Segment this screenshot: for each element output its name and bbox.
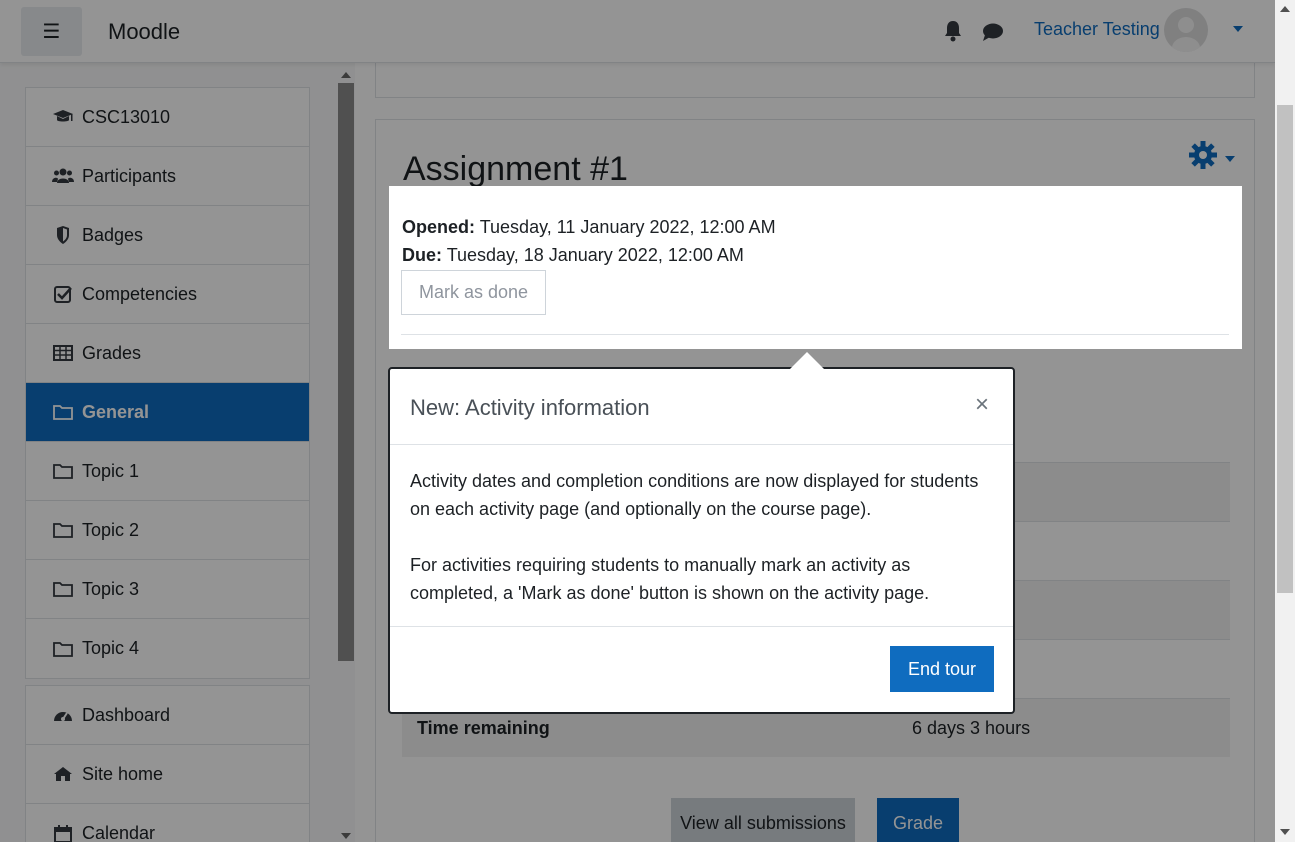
popover-paragraph: For activities requiring students to man… [410, 555, 930, 603]
mark-as-done-button[interactable]: Mark as done [401, 270, 546, 315]
tour-highlight-activity-info: Opened: Tuesday, 11 January 2022, 12:00 … [389, 186, 1242, 349]
page-scrollbar[interactable] [1275, 0, 1295, 842]
popover-title: New: Activity information [410, 395, 650, 420]
activity-dates: Opened: Tuesday, 11 January 2022, 12:00 … [402, 213, 776, 269]
divider [390, 626, 1013, 627]
popover-body: Activity dates and completion conditions… [410, 467, 990, 607]
opened-value: Tuesday, 11 January 2022, 12:00 AM [479, 217, 776, 237]
close-icon[interactable]: × [975, 393, 989, 417]
divider [401, 334, 1229, 335]
popover-paragraph: Activity dates and completion conditions… [410, 471, 979, 519]
page-scroll-thumb[interactable] [1277, 105, 1293, 593]
opened-label: Opened: [402, 217, 476, 237]
popover-header: New: Activity information × [390, 369, 1013, 445]
due-value: Tuesday, 18 January 2022, 12:00 AM [446, 245, 744, 265]
scroll-down-arrow-icon[interactable] [1280, 829, 1290, 835]
due-label: Due: [402, 245, 442, 265]
tour-popover: New: Activity information × Activity dat… [388, 352, 1015, 714]
end-tour-button[interactable]: End tour [890, 646, 994, 692]
popover-arrow [790, 352, 824, 369]
scroll-up-arrow-icon[interactable] [1280, 6, 1290, 12]
